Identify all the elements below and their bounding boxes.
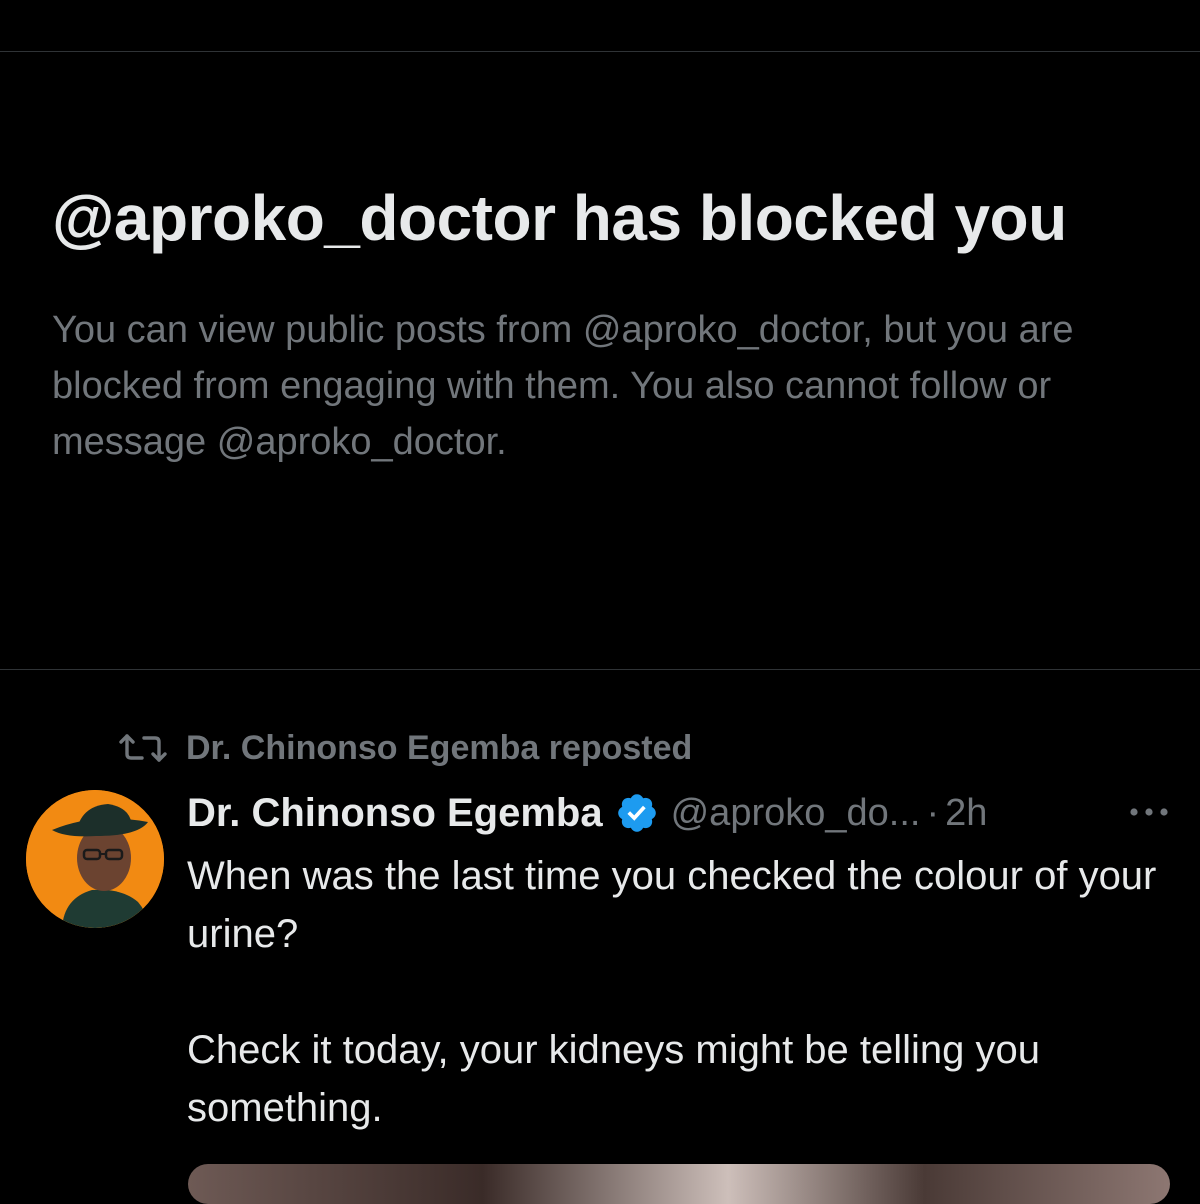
- top-divider: [0, 51, 1200, 52]
- post-header: Dr. Chinonso Egemba @aproko_do... · 2h: [187, 785, 987, 841]
- blocked-notice: @aproko_doctor has blocked you You can v…: [52, 172, 1162, 470]
- post-timestamp[interactable]: 2h: [945, 792, 987, 835]
- repost-label: Dr. Chinonso Egemba reposted: [186, 728, 693, 767]
- more-options-icon[interactable]: [1128, 803, 1170, 821]
- post-text: When was the last time you checked the c…: [187, 847, 1177, 1137]
- post-paragraph: Check it today, your kidneys might be te…: [187, 1028, 1041, 1130]
- section-divider: [0, 669, 1200, 670]
- post-paragraph: When was the last time you checked the c…: [187, 854, 1157, 956]
- blocked-description: You can view public posts from @aproko_d…: [52, 309, 1074, 463]
- avatar[interactable]: [26, 790, 164, 928]
- author-handle[interactable]: @aproko_do...: [671, 792, 921, 835]
- meta-separator: ·: [926, 791, 940, 834]
- verified-badge-icon[interactable]: [615, 791, 659, 835]
- blocked-title: @aproko_doctor has blocked you: [52, 182, 1067, 254]
- repost-icon: [118, 733, 168, 763]
- author-name[interactable]: Dr. Chinonso Egemba: [187, 791, 603, 836]
- repost-indicator[interactable]: Dr. Chinonso Egemba reposted: [118, 724, 692, 772]
- post-media[interactable]: [188, 1164, 1170, 1204]
